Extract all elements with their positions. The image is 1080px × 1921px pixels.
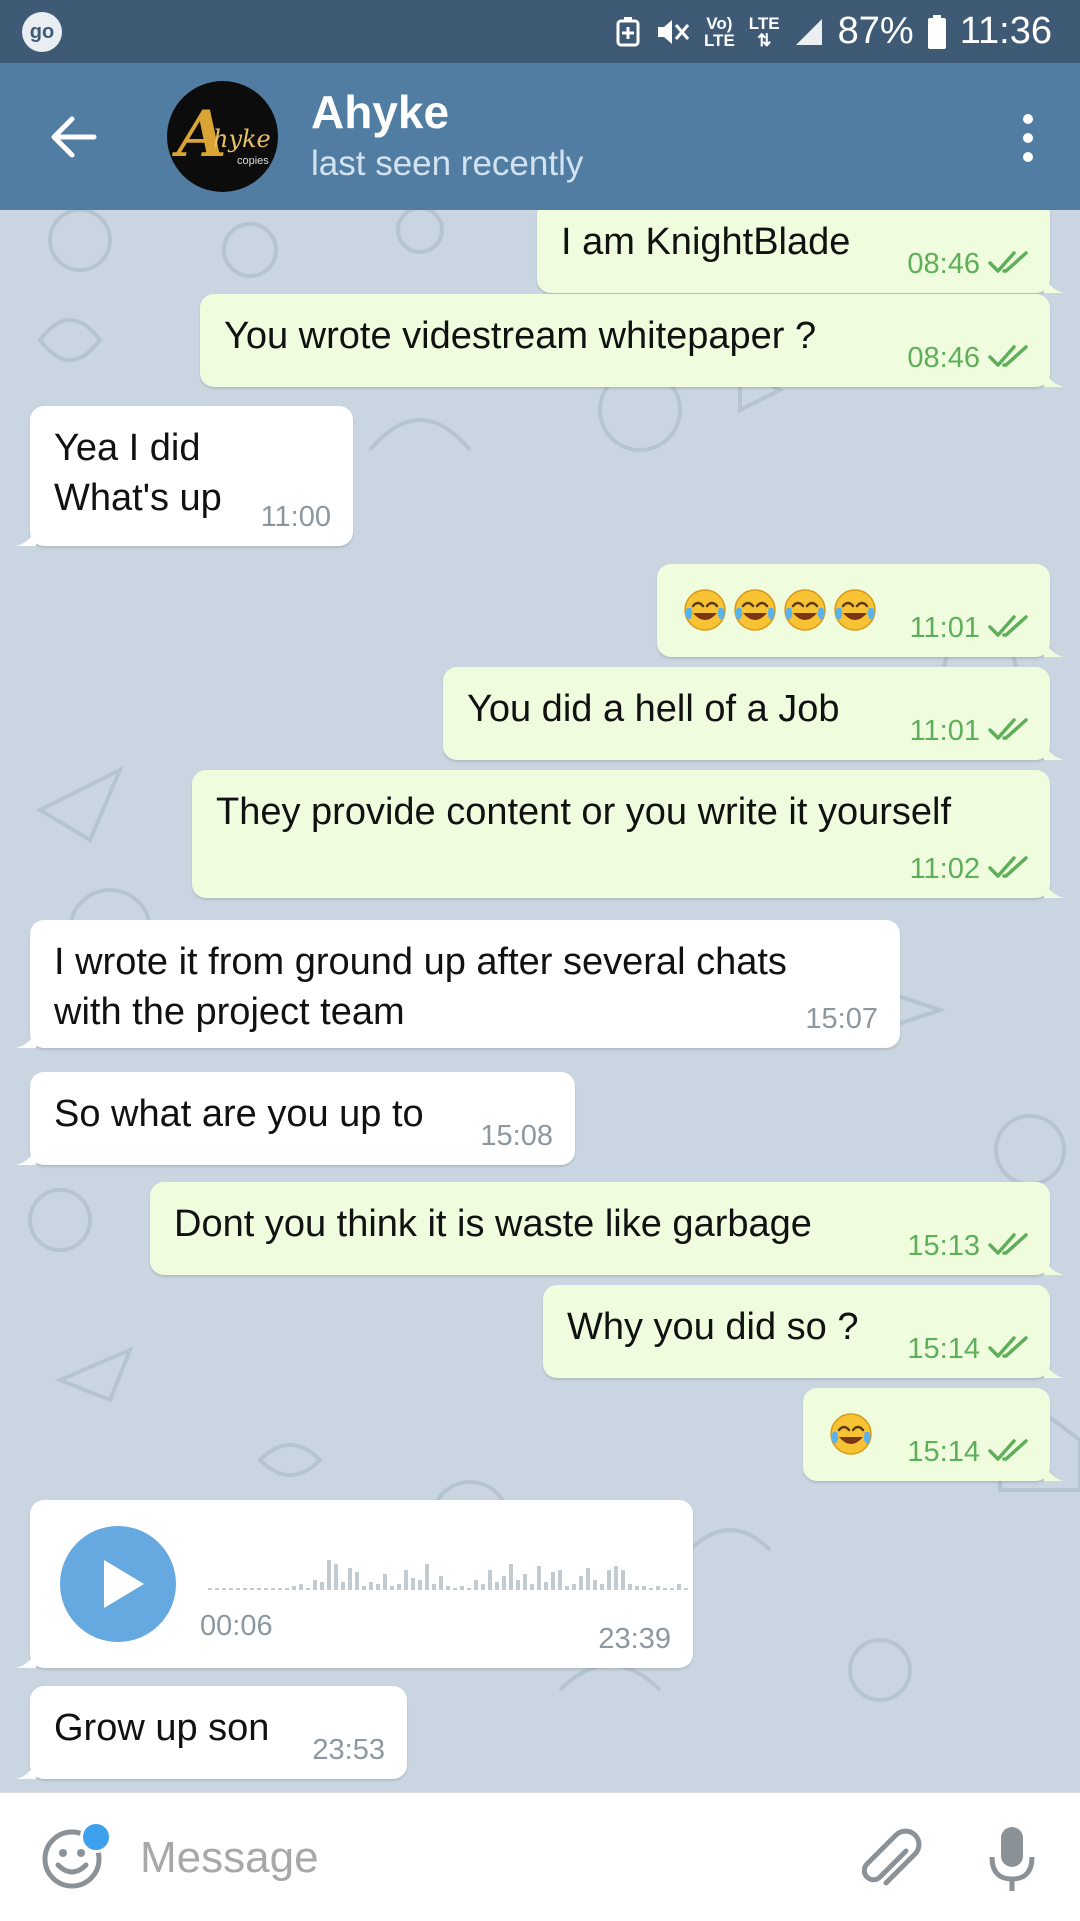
- message-text: I am KnightBlade: [561, 221, 851, 263]
- read-ticks-icon: [988, 1233, 1028, 1255]
- data-arrows-icon: ⇅: [757, 30, 772, 50]
- emoji-message: [681, 586, 879, 634]
- status-bar: go Vo) LTE LTE ⇅ 87% 11:36: [0, 0, 1080, 63]
- message-time: 15:14: [907, 1436, 980, 1468]
- attach-icon[interactable]: [860, 1823, 924, 1893]
- message-input-bar: [0, 1792, 1080, 1921]
- battery-icon: [927, 14, 946, 49]
- incoming-message-bubble[interactable]: Yea I did What's up 11:00: [16, 406, 353, 546]
- outgoing-message-bubble[interactable]: You wrote videstream whitepaper ? 08:46: [200, 294, 1064, 387]
- bubble-tail: [1044, 740, 1064, 760]
- avatar-logo-sub: copies: [237, 155, 269, 167]
- contact-last-seen: last seen recently: [311, 144, 584, 183]
- message-text: They provide content or you write it you…: [216, 791, 952, 833]
- outgoing-message-bubble[interactable]: Dont you think it is waste like garbage 1…: [150, 1182, 1064, 1275]
- outgoing-message-bubble[interactable]: You did a hell of a Job 11:01: [443, 667, 1064, 760]
- message-time: 23:53: [312, 1734, 385, 1766]
- incoming-message-bubble[interactable]: Grow up son 23:53: [16, 1686, 407, 1779]
- bubble-tail: [1044, 878, 1064, 898]
- incoming-message-bubble[interactable]: I wrote it from ground up after several …: [16, 920, 900, 1048]
- tears-of-joy-emoji-icon: [734, 589, 776, 631]
- tears-of-joy-emoji-icon: [784, 589, 826, 631]
- volte-indicator: Vo) LTE: [704, 15, 735, 49]
- message-time: 15:07: [805, 1003, 878, 1035]
- read-ticks-icon: [988, 615, 1028, 637]
- outgoing-message-bubble[interactable]: I am KnightBlade 08:46: [537, 210, 1064, 293]
- message-time: 11:01: [909, 715, 980, 747]
- message-time: 15:13: [907, 1230, 980, 1262]
- message-text: What's up: [54, 477, 222, 519]
- message-time: 08:46: [907, 342, 980, 374]
- outgoing-message-bubble[interactable]: They provide content or you write it you…: [192, 770, 1064, 898]
- message-time: 08:46: [907, 248, 980, 280]
- volte-bottom-label: LTE: [703, 30, 735, 50]
- message-time: 15:14: [907, 1333, 980, 1365]
- read-ticks-icon: [988, 345, 1028, 367]
- message-time: 11:01: [909, 612, 980, 644]
- voice-message-bubble[interactable]: 00:06 23:39: [16, 1500, 693, 1668]
- message-text: Grow up son: [54, 1707, 270, 1749]
- read-ticks-icon: [988, 251, 1028, 273]
- emoji-message: [827, 1410, 875, 1458]
- bubble-tail: [16, 526, 36, 546]
- chat-header: A hyke copies Ahyke last seen recently: [0, 63, 1080, 210]
- bubble-tail: [1044, 273, 1064, 293]
- emoji-notification-dot: [80, 1821, 112, 1853]
- chat-area[interactable]: I am KnightBlade 08:46 You wrote videstrea…: [0, 210, 1080, 1792]
- outgoing-message-bubble[interactable]: Why you did so ? 15:14: [543, 1285, 1064, 1378]
- lte-indicator: LTE ⇅: [749, 15, 780, 49]
- contact-name[interactable]: Ahyke: [311, 85, 449, 139]
- outgoing-message-bubble[interactable]: 15:14: [803, 1388, 1064, 1481]
- bubble-tail: [1044, 1358, 1064, 1378]
- message-time: 15:08: [480, 1120, 553, 1152]
- message-time: 23:39: [598, 1623, 671, 1655]
- avatar-logo-script: hyke: [213, 125, 271, 153]
- incoming-message-bubble[interactable]: So what are you up to 15:08: [16, 1072, 575, 1165]
- tears-of-joy-emoji-icon: [830, 1413, 872, 1455]
- bubble-tail: [1044, 1461, 1064, 1481]
- lte-label: LTE: [748, 13, 780, 33]
- voice-waveform[interactable]: [208, 1540, 700, 1596]
- more-options-icon[interactable]: [1022, 113, 1034, 163]
- battery-saver-icon: [616, 16, 640, 46]
- tears-of-joy-emoji-icon: [684, 589, 726, 631]
- message-text: So what are you up to: [54, 1093, 424, 1135]
- bubble-tail: [1044, 1255, 1064, 1275]
- voice-duration: 00:06: [200, 1610, 273, 1642]
- microphone-icon[interactable]: [986, 1825, 1038, 1895]
- battery-percent: 87%: [837, 10, 914, 52]
- message-text: You wrote videstream whitepaper ?: [224, 315, 817, 357]
- app-badge-icon: go: [22, 12, 62, 52]
- message-text: You did a hell of a Job: [467, 688, 840, 730]
- signal-icon: [795, 18, 822, 45]
- message-text: Dont you think it is waste like garbage: [174, 1203, 812, 1245]
- bubble-tail: [16, 1028, 36, 1048]
- outgoing-message-bubble[interactable]: 11:01: [657, 564, 1064, 657]
- message-time: 11:00: [260, 501, 331, 533]
- tears-of-joy-emoji-icon: [834, 589, 876, 631]
- bubble-tail: [1044, 367, 1064, 387]
- back-arrow-icon[interactable]: [46, 111, 98, 163]
- message-time: 11:02: [909, 853, 980, 885]
- mute-icon: [657, 19, 690, 44]
- contact-avatar[interactable]: A hyke copies: [167, 81, 278, 192]
- play-button[interactable]: [60, 1526, 176, 1642]
- read-ticks-icon: [988, 1336, 1028, 1358]
- message-text: Why you did so ?: [567, 1306, 859, 1348]
- read-ticks-icon: [988, 1439, 1028, 1461]
- message-text: with the project team: [54, 991, 405, 1033]
- message-text: I wrote it from ground up after several …: [54, 941, 787, 983]
- play-icon: [104, 1560, 144, 1608]
- bubble-tail: [16, 1145, 36, 1165]
- read-ticks-icon: [988, 856, 1028, 878]
- clock: 11:36: [959, 10, 1052, 52]
- message-text: Yea I did: [54, 427, 201, 469]
- bubble-tail: [16, 1759, 36, 1779]
- message-input[interactable]: [138, 1821, 822, 1895]
- bubble-tail: [1044, 637, 1064, 657]
- read-ticks-icon: [988, 718, 1028, 740]
- volte-top-label: Vo): [706, 13, 733, 33]
- bubble-tail: [16, 1648, 36, 1668]
- status-icons: Vo) LTE LTE ⇅ 87% 11:36: [614, 0, 1052, 63]
